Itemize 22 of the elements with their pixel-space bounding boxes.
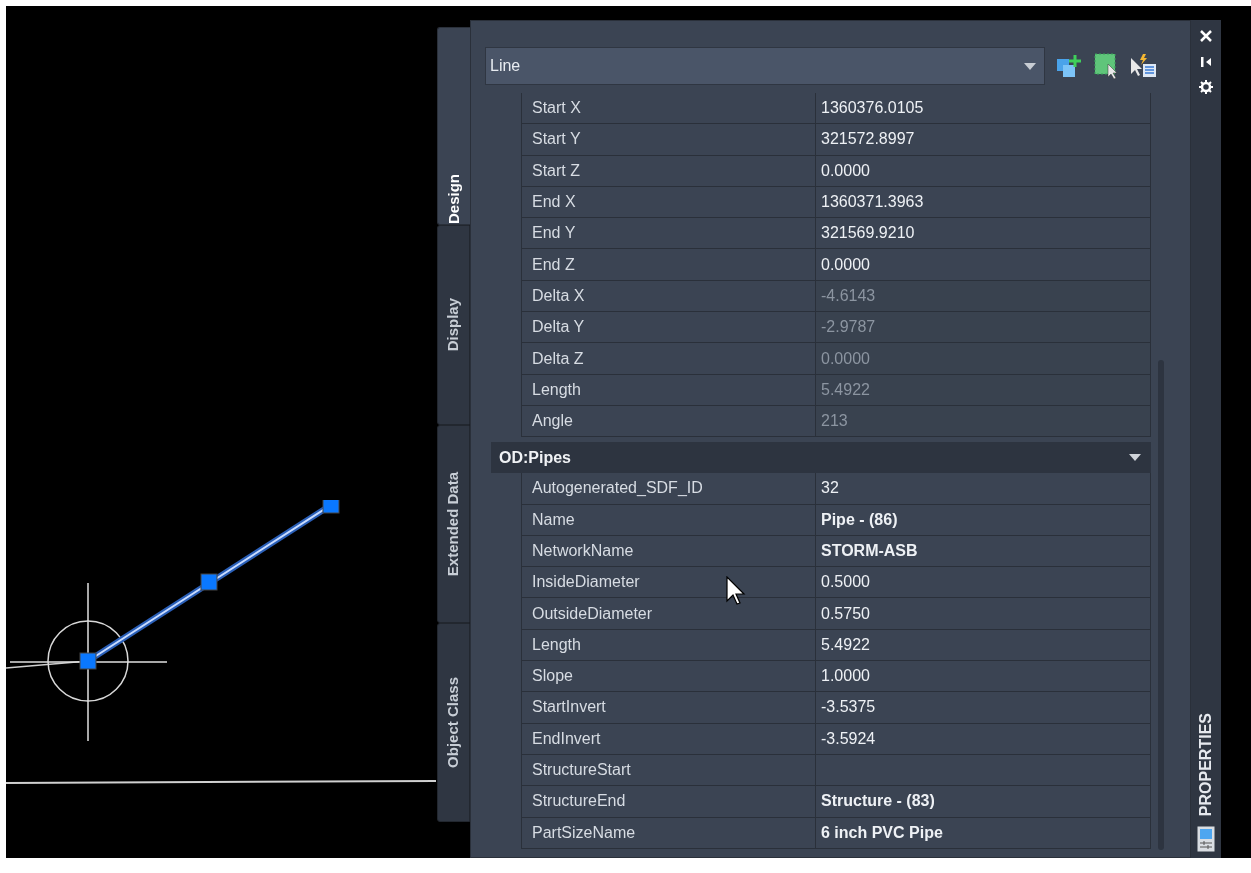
property-value: -4.6143 (816, 280, 1151, 312)
dropdown-value: Line (490, 56, 522, 76)
object-type-dropdown[interactable]: Line (485, 47, 1045, 85)
category-title: OD:Pipes (499, 447, 572, 468)
property-value: 0.0000 (816, 343, 1151, 374)
close-icon[interactable] (1200, 30, 1212, 42)
property-value: 5.4922 (816, 374, 1151, 405)
category-header[interactable]: OD:Pipes (491, 442, 1151, 474)
auto-hide-icon[interactable] (1200, 56, 1212, 68)
palette-title: PROPERTIES (1196, 712, 1215, 816)
side-tab[interactable]: Object Class (437, 623, 470, 822)
select-objects-icon[interactable] (1129, 52, 1159, 80)
settings-icon[interactable] (1199, 80, 1213, 94)
caret-down-icon (1024, 62, 1036, 70)
properties-icon[interactable] (1197, 826, 1215, 852)
side-tab[interactable]: Extended Data (437, 425, 470, 623)
property-value: -2.9787 (816, 312, 1151, 343)
side-tab[interactable]: Design (437, 27, 470, 225)
add-to-selection-icon[interactable] (1055, 53, 1083, 79)
side-tab[interactable]: Display (437, 225, 470, 425)
mouse-cursor-icon (726, 576, 746, 606)
property-value: 213 (816, 405, 1151, 437)
